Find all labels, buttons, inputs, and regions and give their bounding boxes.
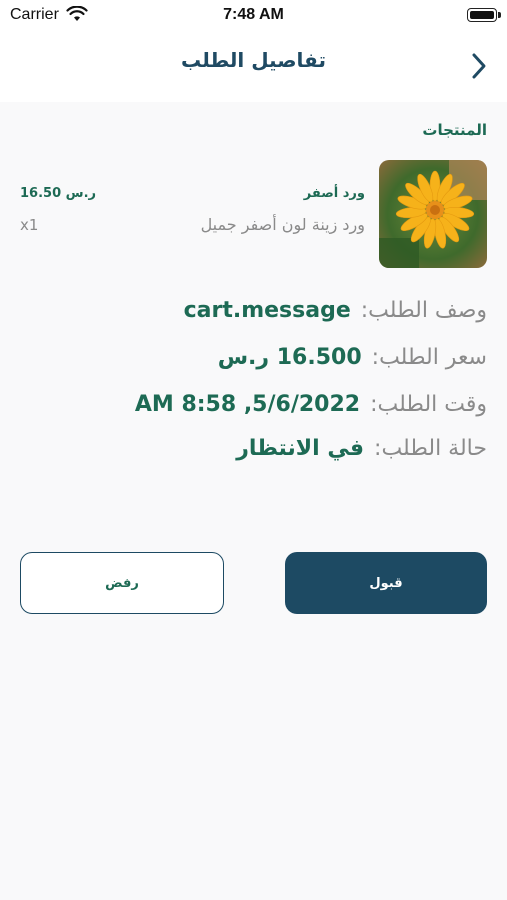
product-price: 16.50 ر.س — [20, 186, 97, 201]
order-price-label: سعر الطلب: — [371, 345, 487, 370]
product-name: ورد أصفر — [303, 186, 365, 201]
page-title: تفاصيل الطلب — [181, 48, 326, 72]
order-description-label: وصف الطلب: — [360, 298, 487, 323]
products-section-label: المنتجات — [422, 121, 487, 139]
product-quantity: x1 — [20, 216, 39, 234]
order-time-value: AM 8:58 ,5/6/2022 — [134, 392, 361, 417]
chevron-back-icon[interactable] — [467, 50, 491, 82]
order-status-value: في الانتظار — [236, 436, 365, 461]
reject-button[interactable]: رفض — [20, 552, 224, 614]
order-time-label: وقت الطلب: — [370, 392, 487, 417]
order-status-label: حالة الطلب: — [374, 436, 487, 461]
order-price-value: 16.500 ر.س — [217, 345, 362, 370]
nav-bar: تفاصيل الطلب — [0, 30, 507, 102]
order-description-value: cart.message — [183, 298, 351, 323]
yellow-flower-icon — [379, 160, 487, 268]
status-bar: Carrier 7:48 AM — [0, 0, 507, 30]
product-item[interactable]: ورد أصفر ورد زينة لون أصفر جميل 16.50 ر.… — [20, 158, 487, 270]
battery-icon — [467, 8, 501, 22]
accept-button[interactable]: قبول — [285, 552, 487, 614]
order-status-row: حالة الطلب: في الانتظار — [236, 436, 487, 470]
product-image — [379, 160, 487, 268]
product-description: ورد زينة لون أصفر جميل — [200, 215, 365, 234]
order-description-row: وصف الطلب: cart.message — [184, 298, 487, 332]
status-time: 7:48 AM — [223, 6, 284, 23]
order-time-row: وقت الطلب: AM 8:58 ,5/6/2022 — [135, 392, 487, 426]
order-price-row: سعر الطلب: 16.500 ر.س — [218, 345, 487, 379]
